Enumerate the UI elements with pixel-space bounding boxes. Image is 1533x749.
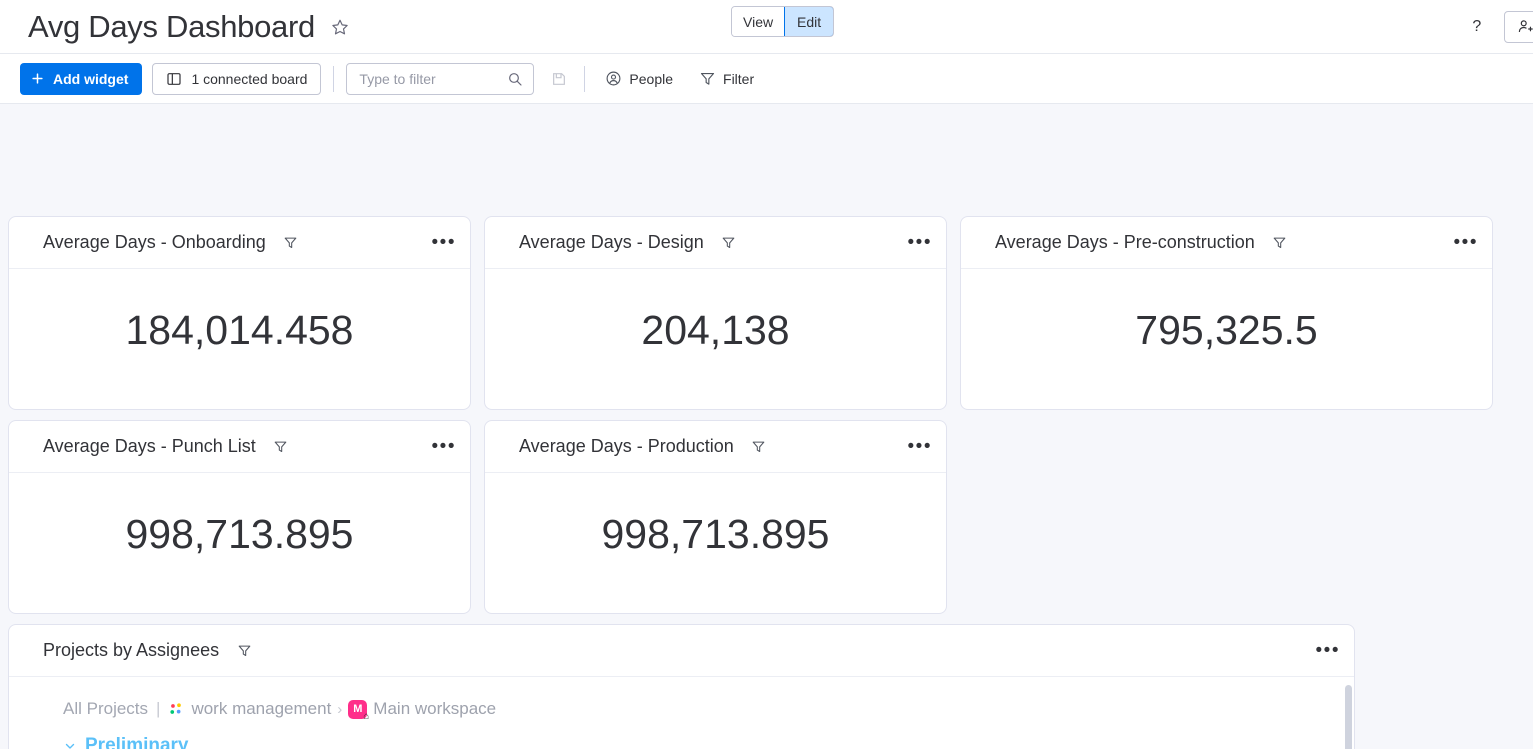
- toolbar-divider-2: [584, 65, 586, 92]
- widget-average-days-design: Average Days - Design ••• 204,138: [484, 216, 947, 410]
- widget-more-menu-button[interactable]: •••: [432, 233, 456, 252]
- add-widget-label: Add widget: [53, 70, 129, 87]
- widget-more-menu-button[interactable]: •••: [1316, 641, 1340, 660]
- widget-title: Projects by Assignees: [43, 640, 220, 660]
- home-icon: ⌂: [363, 710, 370, 722]
- people-filter-button[interactable]: People: [597, 64, 681, 94]
- share-button[interactable]: Sh: [1503, 10, 1533, 43]
- widget-title: Average Days - Design: [519, 232, 704, 252]
- widget-title: Average Days - Production: [519, 436, 734, 456]
- widget-body: 795,325.5: [961, 269, 1492, 409]
- monday-logo-icon: [168, 701, 185, 718]
- dashboard-board: Average Days - Onboarding ••• 184,014.45…: [0, 104, 1533, 749]
- filter-label: Filter: [723, 70, 755, 87]
- widget-header: Projects by Assignees •••: [9, 625, 1354, 677]
- widget-body: 998,713.895: [9, 473, 470, 613]
- widget-projects-by-assignees: Projects by Assignees ••• All Projects |: [8, 624, 1355, 749]
- widget-body: 998,713.895: [485, 473, 946, 613]
- favorite-star-icon[interactable]: [329, 16, 351, 38]
- funnel-icon[interactable]: [235, 642, 253, 660]
- widget-body: 204,138: [485, 269, 946, 409]
- funnel-icon[interactable]: [272, 438, 290, 456]
- view-edit-toggle[interactable]: View Edit: [731, 6, 835, 37]
- widget-more-menu-button[interactable]: •••: [432, 437, 456, 456]
- mode-view-button[interactable]: View: [732, 7, 785, 36]
- widget-value: 998,713.895: [601, 511, 830, 557]
- page-title: Avg Days Dashboard: [28, 8, 315, 44]
- breadcrumb-product[interactable]: work management: [191, 699, 331, 719]
- funnel-icon: [699, 70, 716, 87]
- widget-title: Average Days - Onboarding: [43, 232, 266, 252]
- people-label: People: [629, 70, 674, 87]
- widget-header: Average Days - Production •••: [485, 421, 946, 473]
- funnel-icon[interactable]: [1271, 234, 1289, 252]
- widget-average-days-onboarding: Average Days - Onboarding ••• 184,014.45…: [8, 216, 471, 410]
- add-person-icon: [1517, 18, 1533, 35]
- widget-value: 184,014.458: [125, 307, 354, 353]
- connected-board-label: 1 connected board: [191, 70, 308, 87]
- search-input[interactable]: [357, 69, 508, 88]
- workspace-avatar: M ⌂: [348, 699, 370, 722]
- toolbar-divider-1: [333, 65, 335, 92]
- dashboard-toolbar: Add widget 1 connected board Type to fil…: [0, 53, 1533, 104]
- widget-title: Average Days - Punch List: [43, 436, 256, 456]
- funnel-icon[interactable]: [720, 234, 738, 252]
- widget-header: Average Days - Onboarding •••: [9, 217, 470, 269]
- search-icon[interactable]: [507, 71, 523, 87]
- person-circle-icon: [605, 70, 622, 87]
- widget-body: 184,014.458: [9, 269, 470, 409]
- chevron-down-icon[interactable]: [63, 739, 77, 749]
- mode-edit-button[interactable]: Edit: [784, 7, 834, 36]
- widget-average-days-production: Average Days - Production ••• 998,713.89…: [484, 420, 947, 614]
- widget-value: 998,713.895: [125, 511, 354, 557]
- save-icon: [546, 66, 572, 92]
- funnel-icon[interactable]: [282, 234, 300, 252]
- group-name[interactable]: Preliminary: [85, 735, 189, 749]
- breadcrumb-workspace[interactable]: Main workspace: [373, 699, 496, 719]
- filter-search-box[interactable]: [346, 62, 535, 95]
- group-header: Preliminary: [9, 719, 1354, 749]
- board-icon: [166, 71, 182, 87]
- workspace-initial: M: [353, 703, 363, 715]
- board-view-body: All Projects | work management › M ⌂ Mai…: [9, 677, 1354, 749]
- widget-title: Average Days - Pre-construction: [995, 232, 1255, 252]
- widget-value: 795,325.5: [1135, 307, 1318, 353]
- widget-average-days-pre-construction: Average Days - Pre-construction ••• 795,…: [960, 216, 1493, 410]
- breadcrumb: All Projects | work management › M ⌂ Mai…: [9, 677, 1354, 722]
- top-bar: Avg Days Dashboard View Edit ? Sh: [0, 0, 1533, 53]
- widget-more-menu-button[interactable]: •••: [908, 233, 932, 252]
- add-widget-button[interactable]: Add widget: [20, 62, 143, 95]
- connected-board-button[interactable]: 1 connected board: [152, 62, 322, 95]
- widget-more-menu-button[interactable]: •••: [908, 437, 932, 456]
- widget-header: Average Days - Punch List •••: [9, 421, 470, 473]
- chevron-right-icon: ›: [337, 700, 343, 718]
- widget-average-days-punch-list: Average Days - Punch List ••• 998,713.89…: [8, 420, 471, 614]
- widget-more-menu-button[interactable]: •••: [1454, 233, 1478, 252]
- vertical-scrollbar[interactable]: [1345, 685, 1352, 749]
- funnel-icon[interactable]: [750, 438, 768, 456]
- filter-button[interactable]: Filter: [691, 64, 762, 94]
- widget-header: Average Days - Design •••: [485, 217, 946, 269]
- widget-value: 204,138: [641, 307, 790, 353]
- breadcrumb-all-projects[interactable]: All Projects: [63, 699, 148, 719]
- plus-icon: [30, 71, 45, 86]
- widget-header: Average Days - Pre-construction •••: [961, 217, 1492, 269]
- top-bar-actions: ? Sh: [1464, 0, 1533, 53]
- breadcrumb-pipe: |: [156, 699, 161, 718]
- help-icon[interactable]: ?: [1464, 14, 1490, 40]
